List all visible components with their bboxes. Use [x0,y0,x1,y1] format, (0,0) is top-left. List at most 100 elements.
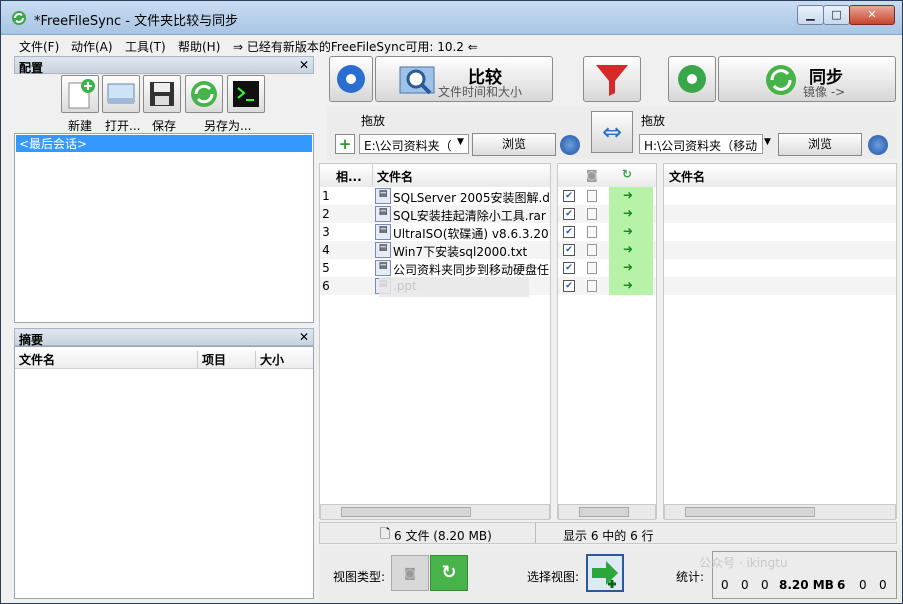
include-checkbox[interactable]: ✔ [563,190,575,202]
row-number: 6 [322,279,330,293]
right-browse-button[interactable]: 浏览 [778,133,862,156]
left-globe-icon[interactable] [560,135,580,155]
file-type-icon: ▤ [375,242,391,258]
summary-col-size[interactable]: 大小 [255,351,284,368]
sync-direction-cell[interactable]: ➜ [609,187,653,205]
status-rows-shown: 显示 6 中的 6 行 [563,529,654,543]
menu-action[interactable]: 动作(A) [71,38,113,55]
compare-category-icon[interactable]: ◙ [586,168,598,182]
row-number: 4 [322,243,330,257]
right-folder-input[interactable]: H:\公司资料夹（移动 [639,134,763,154]
green-arrow-plus-icon [592,561,618,588]
copy-to-right-icon: ➜ [623,260,634,274]
menu-file[interactable]: 文件(F) [19,38,59,55]
right-row[interactable] [664,241,896,259]
category-icon [587,190,597,202]
add-folder-pair-button[interactable]: + [335,134,355,154]
sync-settings-button[interactable] [668,56,716,102]
include-checkbox[interactable]: ✔ [563,262,575,274]
right-globe-icon[interactable] [868,135,888,155]
view-sync-action-button[interactable]: ↻ [430,555,468,591]
file-name: SQLServer 2005安装图解.do [393,191,549,205]
compare-button[interactable]: 比较 文件时间和大小 [375,56,553,102]
right-dropdown-icon[interactable]: ▼ [764,137,771,147]
sync-direction-cell[interactable]: ➜ [609,241,653,259]
save-as-sync-button[interactable] [185,75,223,113]
sync-action-icon[interactable]: ↻ [622,167,632,181]
floppy-save-icon [150,82,174,106]
status-divider [535,523,536,543]
right-drop-label: 拖放 [641,114,666,128]
synchronize-button[interactable]: 同步 镜像 -> [718,56,896,102]
bottom-toolbar: 视图类型: ◙ ↻ 选择视图: 统计: 0 0 0 8.20 MB 6 0 0 … [319,546,902,603]
include-checkbox[interactable]: ✔ [563,244,575,256]
menu-help[interactable]: 帮助(H) [178,38,220,55]
copy-to-right-icon: ➜ [623,188,634,202]
category-icon [587,244,597,256]
right-row[interactable] [664,277,896,295]
right-row[interactable] [664,205,896,223]
compare-settings-button[interactable] [329,56,373,102]
left-dropdown-icon[interactable]: ▼ [457,137,464,147]
title-bar: *FreeFileSync - 文件夹比较与同步 ▁ □ ✕ [1,1,902,35]
include-checkbox[interactable]: ✔ [563,226,575,238]
middle-horizontal-scrollbar[interactable] [558,504,656,520]
right-grid-header: 文件名 [664,164,896,188]
left-horizontal-scrollbar[interactable] [320,504,550,520]
status-bar: 🗋 6 文件 (8.20 MB) 显示 6 中的 6 行 [319,522,897,544]
last-session-item[interactable]: <最后会话> [16,135,312,152]
blurred-region [379,277,529,297]
magnifier-folder-icon [399,66,435,95]
config-list: <最后会话> [14,133,314,323]
close-button[interactable]: ✕ [849,5,895,25]
config-panel-header: 配置 ✕ [14,56,314,75]
watermark-text: 公众号 · ikingtu [699,556,788,570]
summary-close-button[interactable]: ✕ [299,330,309,344]
save-as-batch-button[interactable] [227,75,265,113]
filter-button[interactable] [583,56,641,102]
new-config-button[interactable] [61,75,99,113]
save-as-label: 另存为... [204,119,252,133]
right-row[interactable] [664,223,896,241]
include-checkbox[interactable]: ✔ [563,280,575,292]
config-title: 配置 [19,61,44,75]
sync-direction-cell[interactable]: ➜ [609,259,653,277]
right-row[interactable] [664,187,896,205]
include-checkbox[interactable]: ✔ [563,208,575,220]
new-document-icon [68,79,95,109]
file-type-icon: ▤ [375,260,391,276]
maximize-button[interactable]: □ [823,5,850,25]
summary-header-row: 文件名 项目 大小 [15,347,313,369]
sync-direction-cell[interactable]: ➜ [609,277,653,295]
update-notice-link[interactable]: ⇒ 已经有新版本的FreeFileSync可用: 10.2 ⇐ [233,38,478,55]
view-type-label: 视图类型: [333,570,386,584]
freefilesync-icon [12,11,26,25]
col-file-name-right[interactable]: 文件名 [669,168,705,185]
new-label: 新建 [68,119,93,133]
left-folder-input[interactable]: E:\公司资料夹（ [359,134,469,154]
summary-col-item[interactable]: 项目 [197,351,226,368]
summary-col-name[interactable]: 文件名 [19,351,55,368]
right-horizontal-scrollbar[interactable] [664,504,896,520]
open-config-button[interactable] [102,75,140,113]
file-name: SQL安装挂起清除小工具.rar [393,209,546,223]
view-category-button[interactable]: ◙ [391,555,429,591]
col-relative-path[interactable]: 相... [336,168,362,185]
terminal-icon [233,81,259,107]
save-config-button[interactable] [143,75,181,113]
stat-create-left: 0 [721,578,729,592]
summary-panel-header: 摘要 ✕ [14,328,314,347]
swap-sides-button[interactable]: ⇔ [591,111,633,153]
window-title: *FreeFileSync - 文件夹比较与同步 [34,14,239,29]
app-window: *FreeFileSync - 文件夹比较与同步 ▁ □ ✕ 文件(F) 动作(… [0,0,903,604]
menu-tools[interactable]: 工具(T) [125,38,166,55]
sync-direction-cell[interactable]: ➜ [609,223,653,241]
col-file-name[interactable]: 文件名 [377,168,413,185]
config-close-button[interactable]: ✕ [299,58,309,72]
minimize-button[interactable]: ▁ [797,5,824,25]
open-label: 打开... [105,119,141,133]
right-row[interactable] [664,259,896,277]
sync-direction-cell[interactable]: ➜ [609,205,653,223]
select-view-create-left-button[interactable] [586,554,624,592]
left-browse-button[interactable]: 浏览 [472,133,556,156]
